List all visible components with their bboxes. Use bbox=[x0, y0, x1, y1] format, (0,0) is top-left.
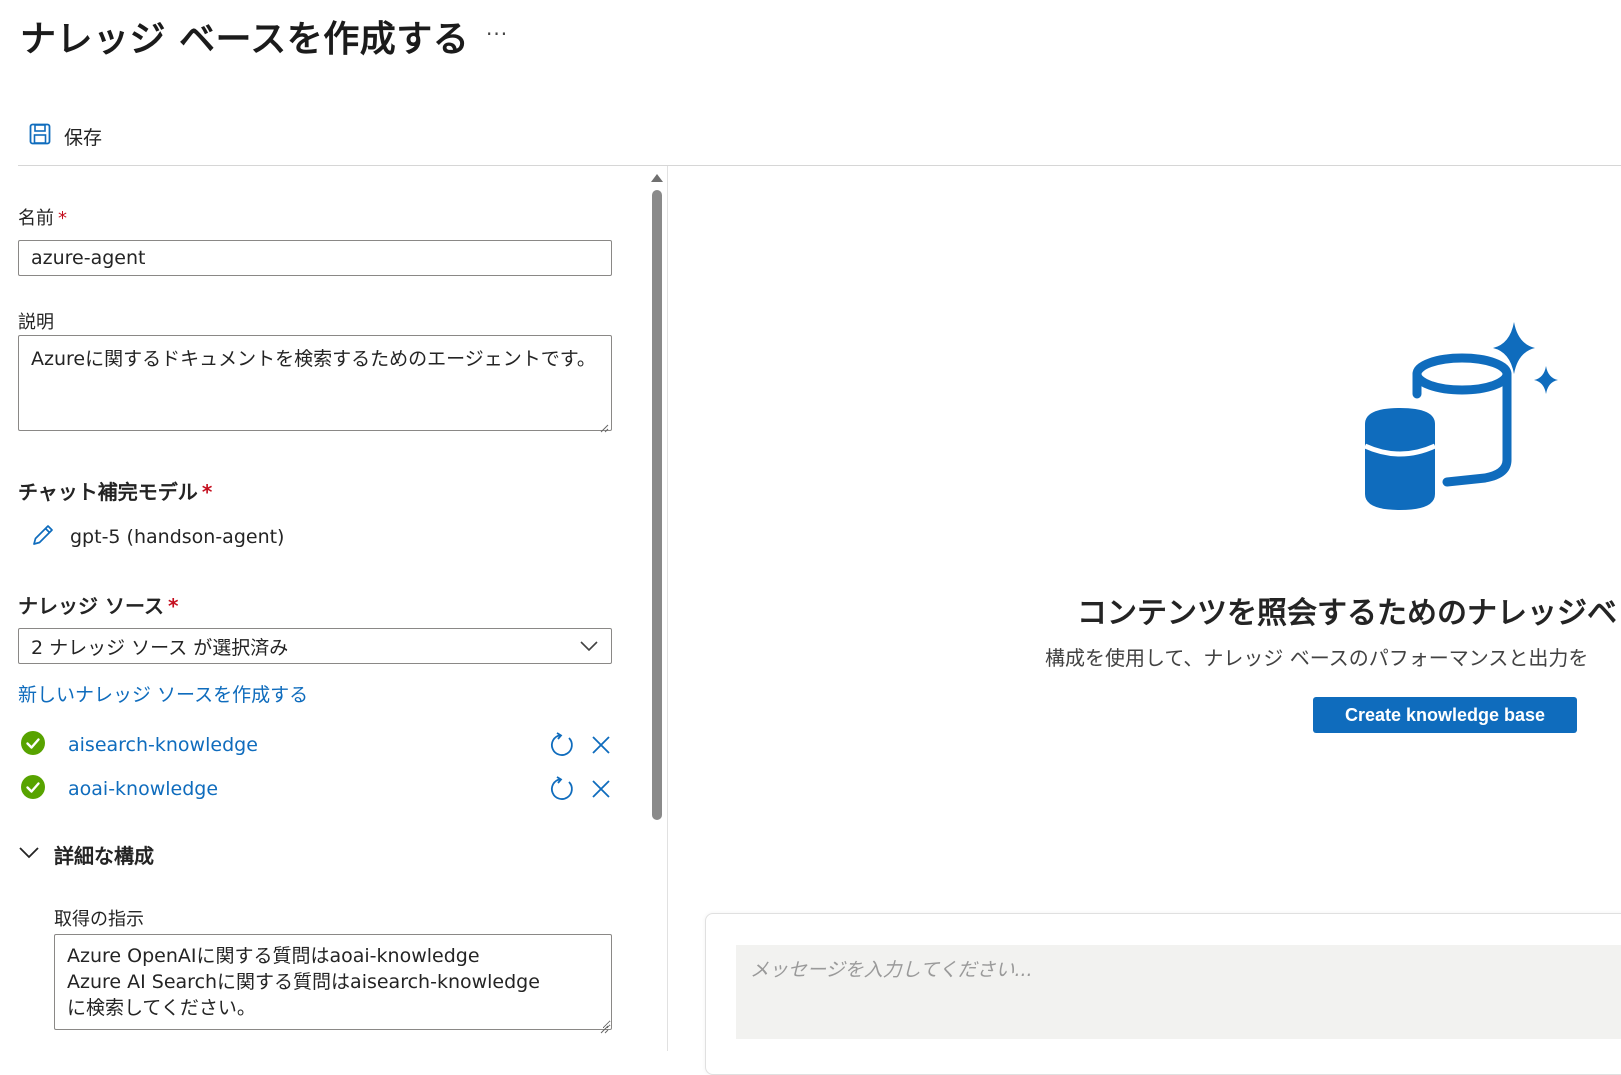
scroll-up-arrow-icon[interactable] bbox=[651, 174, 663, 182]
description-label: 説明 bbox=[18, 312, 54, 333]
refresh-icon[interactable] bbox=[548, 731, 576, 759]
knowledge-sources-label: ナレッジ ソース * bbox=[18, 590, 178, 619]
database-sparkle-icon bbox=[1355, 322, 1575, 522]
knowledge-sources-label-text: ナレッジ ソース bbox=[18, 594, 164, 618]
save-label: 保存 bbox=[64, 126, 103, 149]
check-circle-icon bbox=[20, 730, 46, 760]
chat-model-selector[interactable]: gpt-5 (handson-agent) bbox=[30, 522, 284, 552]
knowledge-sources-dropdown[interactable]: 2 ナレッジ ソース が選択済み bbox=[18, 628, 612, 664]
knowledge-source-item: aoai-knowledge bbox=[20, 774, 614, 804]
required-mark: * bbox=[201, 480, 213, 504]
knowledge-sources-selected: 2 ナレッジ ソース が選択済み bbox=[31, 636, 289, 659]
chat-model-label-text: チャット補完モデル bbox=[18, 480, 198, 504]
name-field[interactable] bbox=[18, 240, 612, 276]
description-field[interactable]: Azureに関するドキュメントを検索するためのエージェントです。 bbox=[18, 335, 612, 431]
toolbar-divider bbox=[18, 165, 1621, 166]
required-mark: * bbox=[58, 208, 67, 229]
chat-message-input[interactable] bbox=[736, 945, 1621, 1039]
close-icon[interactable] bbox=[588, 732, 614, 758]
save-icon bbox=[28, 122, 52, 150]
chevron-down-icon bbox=[18, 845, 40, 864]
retrieval-instructions-label: 取得の指示 bbox=[54, 909, 144, 930]
chevron-down-icon bbox=[579, 635, 599, 657]
create-knowledge-source-link[interactable]: 新しいナレッジ ソースを作成する bbox=[18, 680, 308, 707]
required-mark: * bbox=[167, 594, 179, 618]
name-label-text: 名前 bbox=[18, 208, 54, 229]
more-options-button[interactable]: ··· bbox=[486, 22, 508, 46]
create-knowledge-base-button[interactable]: Create knowledge base bbox=[1313, 697, 1577, 733]
chat-model-label: チャット補完モデル * bbox=[18, 476, 212, 505]
name-label: 名前 * bbox=[18, 204, 67, 230]
knowledge-source-item: aisearch-knowledge bbox=[20, 730, 614, 760]
advanced-config-toggle[interactable]: 詳細な構成 bbox=[18, 840, 154, 869]
advanced-config-label: 詳細な構成 bbox=[54, 844, 154, 868]
knowledge-source-name[interactable]: aisearch-knowledge bbox=[68, 734, 548, 756]
knowledge-source-name[interactable]: aoai-knowledge bbox=[68, 778, 548, 800]
chat-model-value: gpt-5 (handson-agent) bbox=[70, 526, 285, 548]
empty-state-title: コンテンツを照会するためのナレッジベ bbox=[1077, 596, 1617, 631]
close-icon[interactable] bbox=[588, 776, 614, 802]
empty-state-description: 構成を使用して、ナレッジ ベースのパフォーマンスと出力を bbox=[1045, 646, 1589, 670]
page-title: ナレッジ ベースを作成する bbox=[20, 19, 470, 60]
resize-grip-icon[interactable] bbox=[599, 418, 609, 433]
pencil-icon bbox=[30, 522, 56, 552]
save-button[interactable]: 保存 bbox=[28, 120, 102, 152]
retrieval-instructions-field[interactable]: Azure OpenAIに関する質問はaoai-knowledge Azure … bbox=[54, 934, 612, 1030]
check-circle-icon bbox=[20, 774, 46, 804]
resize-grip-icon[interactable] bbox=[599, 1019, 609, 1034]
refresh-icon[interactable] bbox=[548, 775, 576, 803]
pane-divider bbox=[667, 166, 668, 1051]
scrollbar-thumb[interactable] bbox=[652, 190, 662, 820]
